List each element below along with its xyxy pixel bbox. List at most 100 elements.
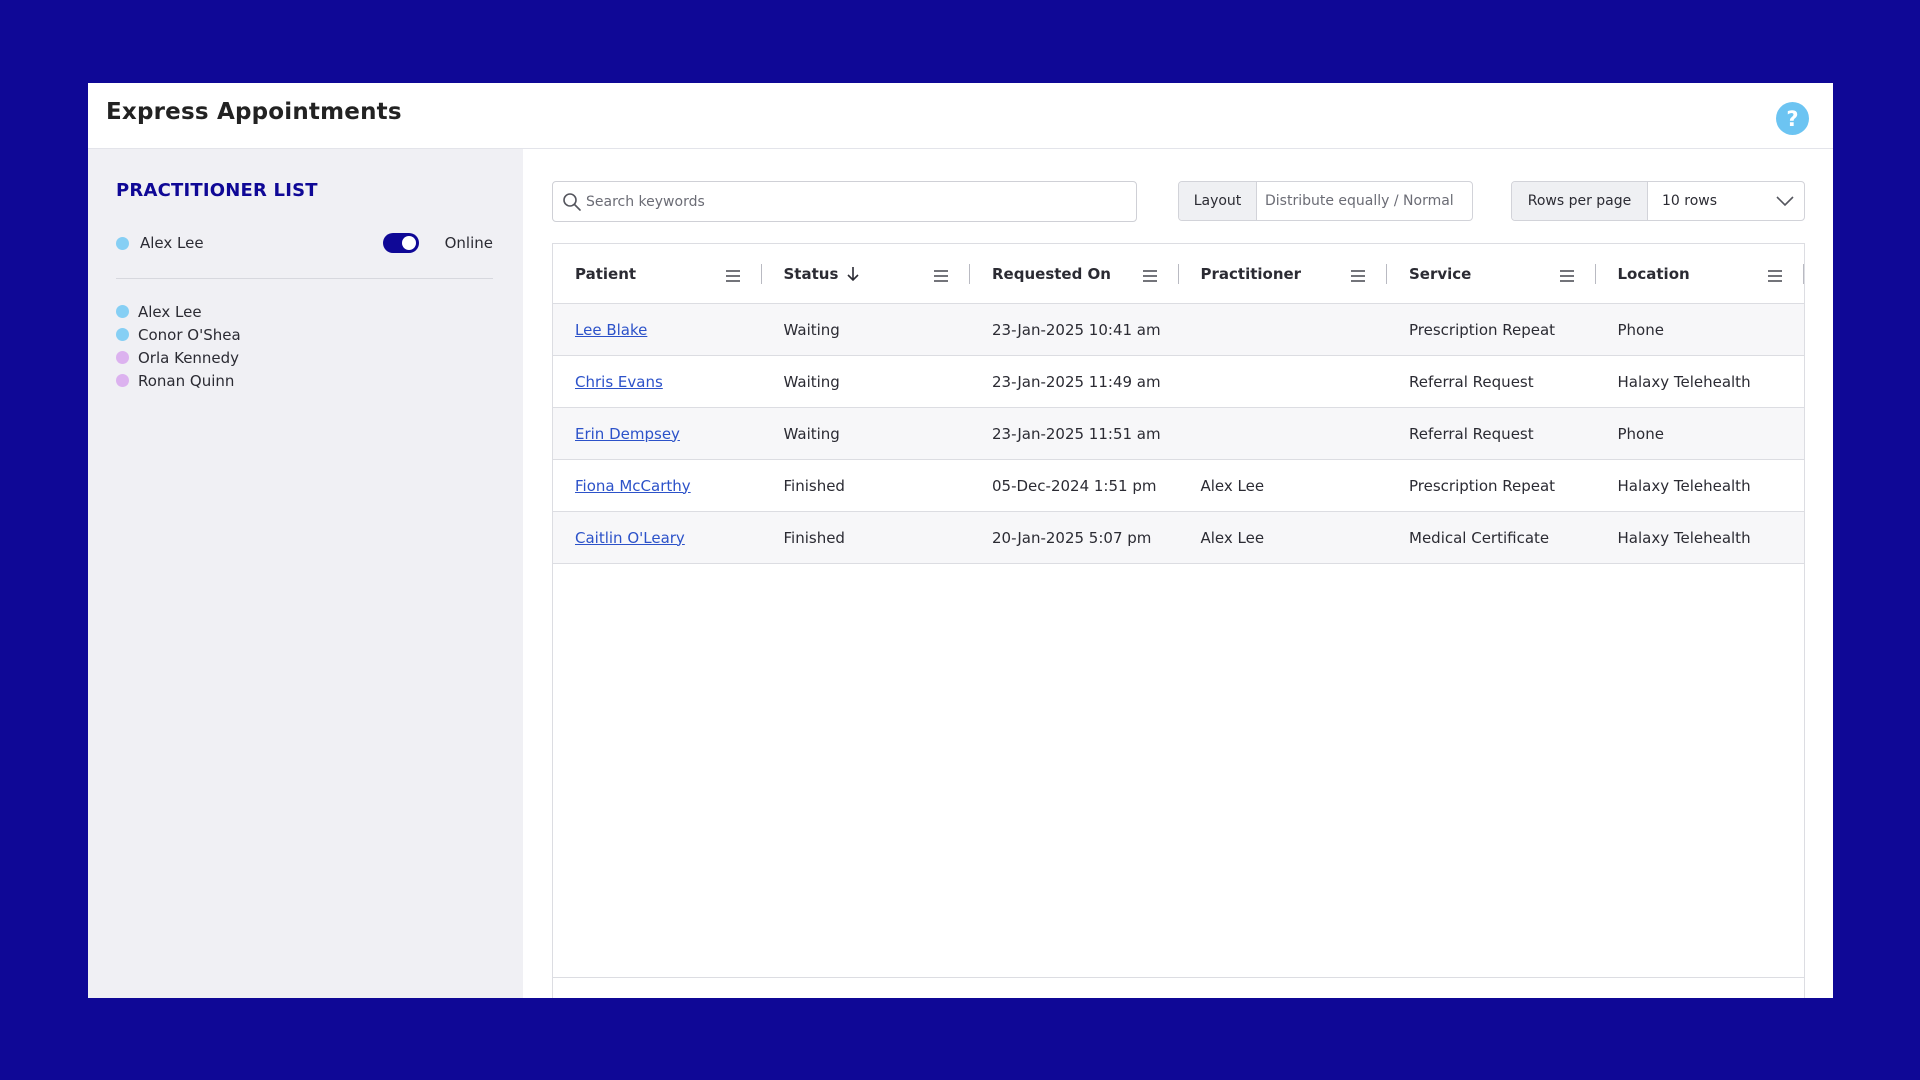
table-header: Patient Status Requested On Practitioner Ser… bbox=[553, 244, 1804, 304]
cell-status: Waiting bbox=[762, 304, 971, 355]
status-dot-icon bbox=[116, 374, 129, 387]
search-field[interactable] bbox=[552, 181, 1137, 222]
search-input[interactable] bbox=[586, 182, 1126, 221]
cell-patient: Fiona McCarthy bbox=[553, 460, 762, 511]
cell-location: Halaxy Telehealth bbox=[1596, 356, 1805, 407]
column-header-service[interactable]: Service bbox=[1387, 244, 1596, 304]
practitioner-item[interactable]: Alex Lee bbox=[116, 300, 241, 323]
cell-patient: Lee Blake bbox=[553, 304, 762, 355]
practitioner-name: Ronan Quinn bbox=[138, 371, 235, 390]
cell-practitioner bbox=[1179, 304, 1388, 355]
practitioner-sidebar: PRACTITIONER LIST Alex Lee Online Alex L… bbox=[88, 149, 523, 998]
patient-link[interactable]: Fiona McCarthy bbox=[575, 477, 691, 495]
column-header-requested-on[interactable]: Requested On bbox=[970, 244, 1179, 304]
table-body: Lee Blake Waiting 23-Jan-2025 10:41 am Pres… bbox=[553, 304, 1804, 564]
practitioner-item[interactable]: Conor O'Shea bbox=[116, 323, 241, 346]
practitioner-name: Alex Lee bbox=[138, 302, 202, 321]
cell-text: 23-Jan-2025 11:49 am bbox=[992, 372, 1161, 391]
cell-text: Referral Request bbox=[1409, 372, 1534, 391]
chevron-down-icon bbox=[1776, 196, 1794, 207]
cell-text: Finished bbox=[783, 528, 845, 547]
column-header-label: Service bbox=[1409, 265, 1472, 283]
column-header-status[interactable]: Status bbox=[762, 244, 970, 304]
layout-select[interactable]: Distribute equally / Normal bbox=[1257, 182, 1472, 220]
practitioner-item[interactable]: Ronan Quinn bbox=[116, 369, 241, 392]
app-window: Express Appointments ? PRACTITIONER LIST… bbox=[88, 83, 1833, 998]
cell-text: Halaxy Telehealth bbox=[1617, 528, 1751, 547]
table-row[interactable]: Erin Dempsey Waiting 23-Jan-2025 11:51 am R… bbox=[553, 408, 1804, 460]
table-row[interactable]: Lee Blake Waiting 23-Jan-2025 10:41 am Pres… bbox=[553, 304, 1804, 356]
table-row[interactable]: Fiona McCarthy Finished 05-Dec-2024 1:51 p… bbox=[553, 460, 1804, 512]
cell-text: Halaxy Telehealth bbox=[1617, 372, 1751, 391]
table-footer-divider bbox=[553, 977, 1804, 978]
cell-requested-on: 23-Jan-2025 11:49 am bbox=[970, 356, 1179, 407]
help-button[interactable]: ? bbox=[1776, 102, 1809, 135]
cell-text: Alex Lee bbox=[1200, 476, 1265, 495]
column-header-label: Status bbox=[783, 265, 839, 283]
patient-link[interactable]: Chris Evans bbox=[575, 373, 663, 391]
patient-link[interactable]: Lee Blake bbox=[575, 321, 647, 339]
column-menu-icon[interactable] bbox=[1559, 267, 1574, 282]
status-dot-icon bbox=[116, 305, 129, 318]
rows-per-page-value: 10 rows bbox=[1662, 193, 1718, 209]
rows-per-page-label: Rows per page bbox=[1512, 182, 1648, 220]
status-dot-icon bbox=[116, 351, 129, 364]
column-menu-icon[interactable] bbox=[1351, 267, 1365, 282]
cell-service: Referral Request bbox=[1387, 408, 1596, 459]
practitioner-name: Orla Kennedy bbox=[138, 348, 240, 367]
online-toggle[interactable] bbox=[383, 233, 419, 253]
rows-per-page-select[interactable]: 10 rows bbox=[1648, 182, 1804, 220]
practitioner-item[interactable]: Orla Kennedy bbox=[116, 346, 241, 369]
cell-text: Prescription Repeat bbox=[1409, 320, 1556, 339]
status-dot-icon bbox=[116, 328, 129, 341]
question-icon: ? bbox=[1786, 106, 1799, 131]
cell-text: 05-Dec-2024 1:51 pm bbox=[992, 476, 1157, 495]
cell-patient: Erin Dempsey bbox=[553, 408, 762, 459]
column-menu-icon[interactable] bbox=[1768, 267, 1782, 282]
cell-practitioner: Alex Lee bbox=[1179, 512, 1388, 563]
cell-practitioner: Alex Lee bbox=[1179, 460, 1388, 511]
cell-location: Halaxy Telehealth bbox=[1596, 512, 1805, 563]
cell-status: Waiting bbox=[762, 356, 971, 407]
cell-text: Waiting bbox=[783, 320, 840, 339]
cell-requested-on: 23-Jan-2025 10:41 am bbox=[970, 304, 1179, 355]
table-row[interactable]: Caitlin O'Leary Finished 20-Jan-2025 5:07 … bbox=[553, 512, 1804, 564]
cell-requested-on: 05-Dec-2024 1:51 pm bbox=[970, 460, 1179, 511]
main-content: Layout Distribute equally / Normal Rows … bbox=[523, 149, 1833, 998]
search-icon bbox=[563, 193, 581, 211]
patient-link[interactable]: Erin Dempsey bbox=[575, 425, 680, 443]
practitioner-name: Conor O'Shea bbox=[138, 325, 241, 344]
header-bar: Express Appointments ? bbox=[88, 83, 1833, 149]
table-row[interactable]: Chris Evans Waiting 23-Jan-2025 11:49 am Re… bbox=[553, 356, 1804, 408]
cell-text: 23-Jan-2025 10:41 am bbox=[992, 320, 1161, 339]
column-header-label: Practitioner bbox=[1200, 265, 1302, 283]
cell-status: Finished bbox=[762, 512, 971, 563]
current-user-row: Alex Lee Online bbox=[116, 231, 493, 255]
column-separator[interactable] bbox=[1803, 264, 1804, 284]
cell-patient: Chris Evans bbox=[553, 356, 762, 407]
column-header-practitioner[interactable]: Practitioner bbox=[1179, 244, 1387, 304]
toggle-knob bbox=[402, 236, 416, 250]
cell-text: Alex Lee bbox=[1200, 528, 1265, 547]
column-menu-icon[interactable] bbox=[1142, 267, 1157, 282]
cell-requested-on: 20-Jan-2025 5:07 pm bbox=[970, 512, 1179, 563]
column-header-location[interactable]: Location bbox=[1596, 244, 1804, 304]
column-menu-icon[interactable] bbox=[934, 267, 948, 282]
rows-per-page-control: Rows per page 10 rows bbox=[1511, 181, 1805, 221]
cell-text: Halaxy Telehealth bbox=[1617, 476, 1751, 495]
column-menu-icon[interactable] bbox=[725, 267, 740, 282]
cell-status: Waiting bbox=[762, 408, 971, 459]
page-title: Express Appointments bbox=[106, 99, 402, 125]
cell-text: Phone bbox=[1617, 424, 1664, 443]
sort-arrow-down-icon[interactable] bbox=[846, 266, 860, 282]
cell-service: Prescription Repeat bbox=[1387, 460, 1596, 511]
column-header-patient[interactable]: Patient bbox=[553, 244, 762, 304]
current-user-name: Alex Lee bbox=[140, 234, 204, 252]
cell-text: Waiting bbox=[783, 372, 840, 391]
practitioner-list-title: PRACTITIONER LIST bbox=[116, 180, 318, 201]
column-header-label: Location bbox=[1617, 265, 1690, 283]
cell-text: 20-Jan-2025 5:07 pm bbox=[992, 528, 1152, 547]
cell-text: Referral Request bbox=[1409, 424, 1534, 443]
patient-link[interactable]: Caitlin O'Leary bbox=[575, 529, 685, 547]
cell-location: Phone bbox=[1596, 408, 1805, 459]
